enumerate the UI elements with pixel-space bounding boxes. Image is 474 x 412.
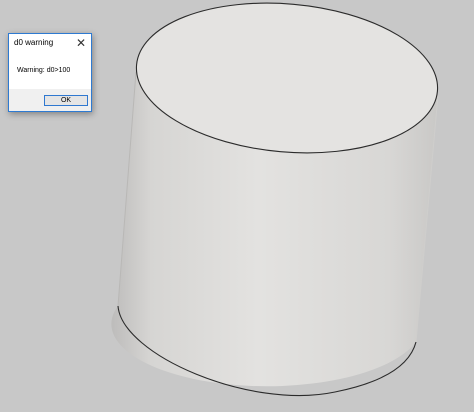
warning-dialog: d0 warning ✕ Warning: d0>100 OK bbox=[8, 33, 92, 112]
warning-message: Warning: d0>100 bbox=[17, 67, 71, 74]
dialog-titlebar[interactable]: d0 warning ✕ bbox=[9, 34, 91, 53]
dialog-title: d0 warning bbox=[14, 38, 54, 47]
dialog-content: Warning: d0>100 bbox=[9, 53, 91, 89]
ok-button[interactable]: OK bbox=[44, 95, 88, 106]
close-icon[interactable]: ✕ bbox=[73, 35, 89, 51]
